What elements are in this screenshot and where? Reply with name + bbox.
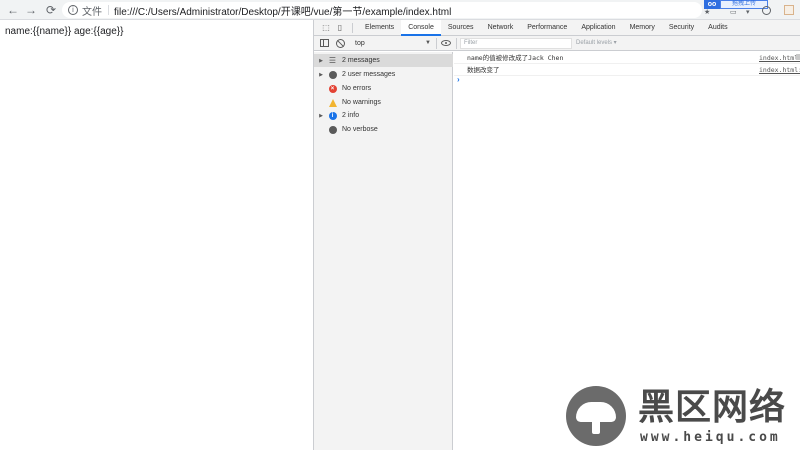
tab-divider <box>352 22 353 33</box>
tab-network[interactable]: Network <box>481 20 521 36</box>
log-levels-dropdown[interactable]: Default levels ▾ <box>576 38 617 49</box>
device-toolbar-button[interactable]: ▯ <box>333 21 347 35</box>
extension-area: oo 拖拽上传 ★ ▭ ▾ <box>700 0 800 20</box>
filter-input[interactable]: Filter <box>460 38 572 49</box>
address-bar[interactable]: i 文件 file:///C:/Users/Administrator/Desk… <box>62 2 702 18</box>
expand-caret-icon[interactable]: ▶ <box>314 72 328 78</box>
expand-caret-icon[interactable]: ▶ <box>314 58 328 64</box>
devtools-tabbar: ⬚ ▯ Elements Console Sources Network Per… <box>314 19 800 36</box>
globe-icon[interactable] <box>762 6 771 15</box>
sidebar-toggle-icon[interactable] <box>320 39 329 47</box>
arrow-right-icon: → <box>25 2 37 17</box>
clear-console-icon[interactable] <box>336 39 345 48</box>
tab-sources[interactable]: Sources <box>441 20 481 36</box>
expand-caret-icon[interactable]: ▶ <box>314 113 328 119</box>
console-message: 数据改变了 index.html: <box>454 65 800 76</box>
tab-audits[interactable]: Audits <box>701 20 734 36</box>
forward-button[interactable]: → <box>22 1 40 19</box>
console-message: name的值被修改成了Jack Chen index.html: <box>454 53 800 64</box>
omnibox-divider <box>108 5 109 15</box>
inspect-element-button[interactable]: ⬚ <box>319 21 333 35</box>
tab-console[interactable]: Console <box>401 19 441 36</box>
watermark-logo-icon <box>566 386 626 446</box>
info-icon: i <box>328 111 337 120</box>
download-icon[interactable]: ▾ <box>746 8 750 16</box>
tab-security[interactable]: Security <box>662 20 701 36</box>
chevron-down-icon: ▼ <box>425 40 431 46</box>
device-icon: ▯ <box>337 23 343 32</box>
sidebar-item-label: 2 messages <box>342 57 380 64</box>
sidebar-item-label: No verbose <box>342 126 378 133</box>
profile-icon[interactable] <box>784 5 794 15</box>
user-icon <box>328 70 337 79</box>
sidebar-item-label: No errors <box>342 85 372 92</box>
sidebar-item-warnings[interactable]: ▶ No warnings <box>314 96 453 109</box>
url-text[interactable]: file:///C:/Users/Administrator/Desktop/开… <box>114 3 451 18</box>
arrow-left-icon: ← <box>7 2 19 17</box>
star-icon[interactable]: ★ <box>704 8 710 16</box>
sidebar-item-info[interactable]: ▶ i 2 info <box>314 109 453 122</box>
eye-icon[interactable] <box>441 40 451 46</box>
file-scheme-label: 文件 <box>82 6 102 18</box>
context-selector[interactable]: top ▼ <box>351 38 433 49</box>
page-viewport: name:{{name}} age:{{age}} <box>0 20 313 450</box>
sidebar-item-user-messages[interactable]: ▶ 2 user messages <box>314 68 453 81</box>
reload-button[interactable]: ⟳ <box>42 1 60 19</box>
watermark-title: 黑区网络 <box>638 387 787 428</box>
back-button[interactable]: ← <box>4 1 22 19</box>
sidebar-item-label: 2 user messages <box>342 71 396 78</box>
sidebar-item-errors[interactable]: ▶ × No errors <box>314 82 453 95</box>
toolbar-divider <box>436 38 437 49</box>
upload-button[interactable]: 拖拽上传 <box>720 0 768 9</box>
console-source-link[interactable]: index.html: <box>759 65 800 76</box>
console-message-text: 数据改变了 <box>467 66 500 74</box>
tab-performance[interactable]: Performance <box>520 20 574 36</box>
console-sidebar: ▶ ☰ 2 messages ▶ 2 user messages ▶ × No … <box>314 52 453 450</box>
warning-icon <box>328 98 337 107</box>
console-message-text: name的值被修改成了Jack Chen <box>467 54 564 62</box>
sidebar-item-verbose[interactable]: ▶ No verbose <box>314 123 453 136</box>
extension-icon[interactable]: ▭ <box>730 8 737 16</box>
context-value: top <box>355 40 365 47</box>
console-toolbar: top ▼ Filter Default levels ▾ <box>314 36 800 51</box>
sidebar-item-label: 2 info <box>342 112 360 119</box>
toolbar-divider <box>456 38 457 49</box>
page-content-text: name:{{name}} age:{{age}} <box>5 26 124 37</box>
list-icon: ☰ <box>328 56 337 65</box>
sidebar-item-label: No warnings <box>342 99 381 106</box>
console-source-link[interactable]: index.html: <box>759 53 800 64</box>
browser-toolbar: ← → ⟳ i 文件 file:///C:/Users/Administrato… <box>0 0 800 20</box>
error-icon: × <box>328 84 337 93</box>
console-prompt[interactable]: › <box>457 75 460 84</box>
sidebar-item-messages[interactable]: ▶ ☰ 2 messages <box>314 54 453 67</box>
cursor-icon: ⬚ <box>322 23 330 32</box>
tab-memory[interactable]: Memory <box>623 20 662 36</box>
gear-icon <box>328 125 337 134</box>
tab-elements[interactable]: Elements <box>358 20 401 36</box>
scrollbar-thumb[interactable] <box>796 54 800 60</box>
info-icon[interactable]: i <box>68 5 78 15</box>
tab-application[interactable]: Application <box>574 20 622 36</box>
reload-icon: ⟳ <box>45 2 57 17</box>
site-watermark: 黑区网络 www.heiqu.com <box>566 384 796 448</box>
watermark-url: www.heiqu.com <box>640 430 781 445</box>
